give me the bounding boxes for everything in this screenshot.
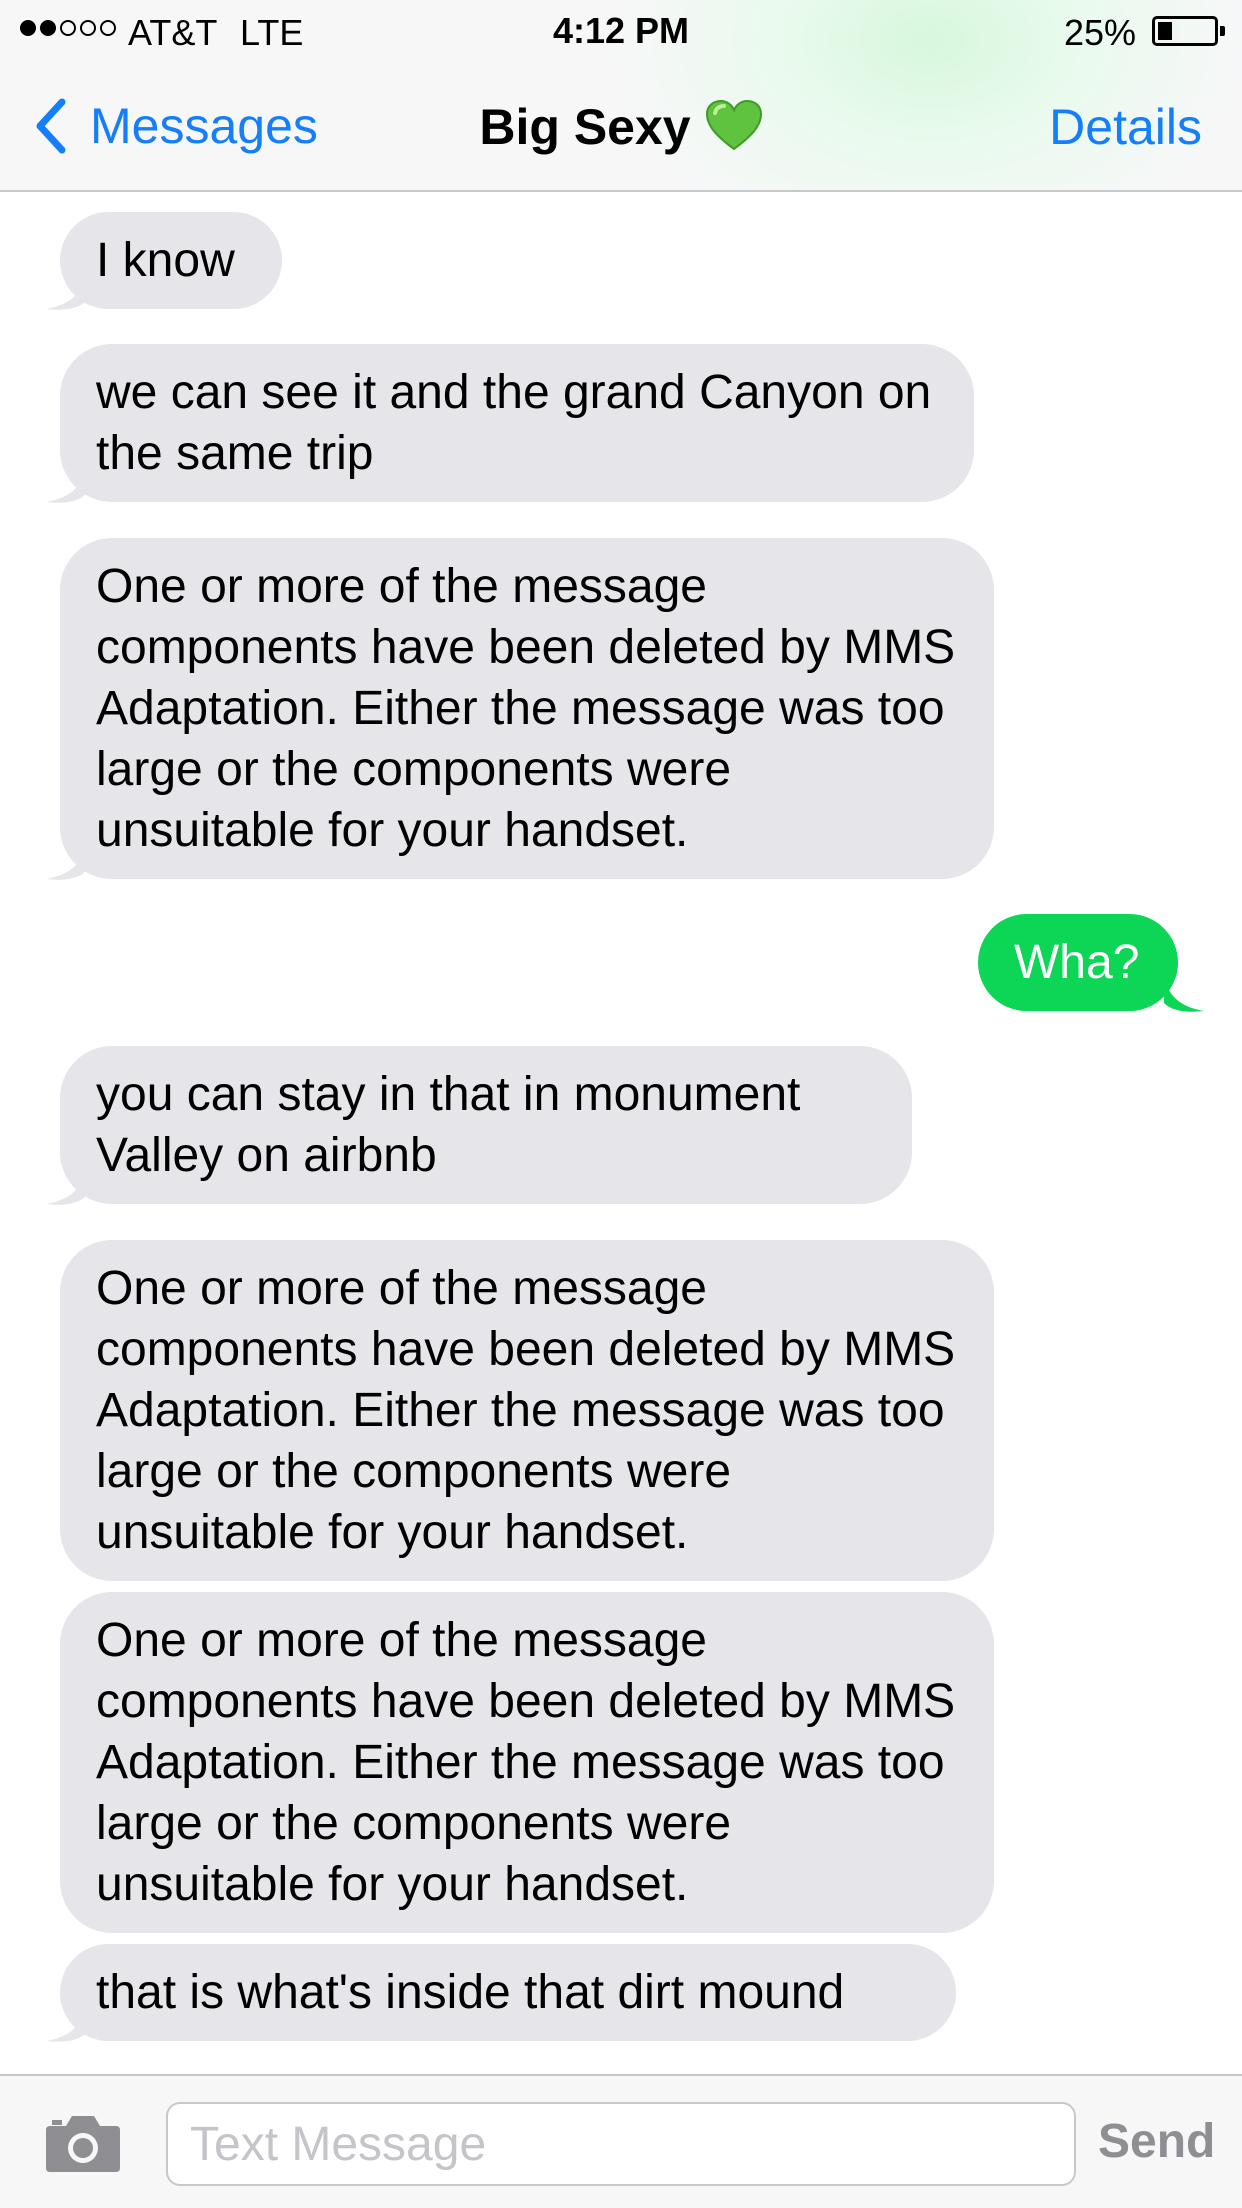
battery-tip (1220, 26, 1225, 36)
incoming-message-bubble[interactable]: you can stay in that in monument Valley … (60, 1046, 912, 1204)
contact-name: Big Sexy (479, 99, 691, 155)
details-button[interactable]: Details (1049, 98, 1202, 156)
status-bar: AT&T LTE 4:12 PM 25% (0, 0, 1242, 60)
text-message-input[interactable] (168, 2104, 1074, 2184)
green-heart-icon (705, 99, 762, 151)
incoming-message-bubble[interactable]: One or more of the message components ha… (60, 1592, 994, 1933)
bubble-tail (1164, 973, 1204, 1012)
outgoing-message-bubble[interactable]: Wha? (978, 914, 1178, 1011)
battery-percentage: 25% (1064, 12, 1137, 53)
camera-icon[interactable] (44, 2112, 122, 2174)
incoming-message-bubble[interactable]: One or more of the message components ha… (60, 1240, 994, 1581)
incoming-message-bubble[interactable]: we can see it and the grand Canyon on th… (60, 344, 974, 502)
bubble-tail (46, 2003, 86, 2042)
battery-icon (1152, 16, 1218, 46)
incoming-message-bubble[interactable]: I know (60, 212, 282, 309)
incoming-message-bubble[interactable]: One or more of the message components ha… (60, 538, 994, 879)
text-message-field[interactable] (166, 2102, 1076, 2186)
bubble-tail (46, 841, 86, 880)
send-button[interactable]: Send (1098, 2114, 1215, 2169)
incoming-message-bubble[interactable]: that is what's inside that dirt mound (60, 1944, 956, 2041)
bubble-tail (46, 1166, 86, 1205)
bubble-tail (46, 464, 86, 503)
navigation-bar: AT&T LTE 4:12 PM 25% Messages Big Sexy D… (0, 0, 1242, 192)
message-input-bar: Send (0, 2074, 1242, 2208)
bubble-tail (46, 271, 86, 310)
message-thread[interactable]: I know we can see it and the grand Canyon… (0, 192, 1242, 2074)
status-time: 4:12 PM (552, 10, 690, 51)
